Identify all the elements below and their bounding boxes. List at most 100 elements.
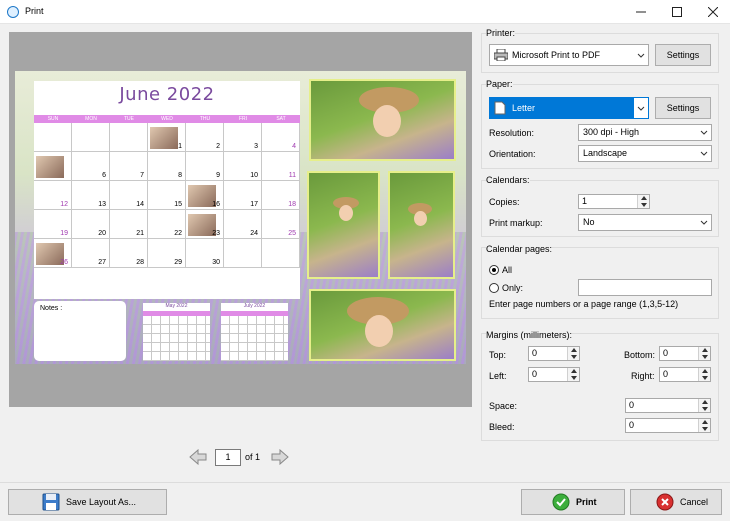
maximize-button[interactable] [660, 0, 694, 24]
day-number: 6 [102, 172, 106, 179]
cancel-button[interactable]: Cancel [630, 489, 722, 515]
mini-calendar-july: July 2022 [221, 303, 288, 361]
day-number: 11 [288, 172, 296, 179]
weekday-label: SUN [47, 116, 59, 122]
notes-box: Notes : [34, 301, 126, 361]
print-preview: June 2022 SUN MON TUE WED THU FRI SAT 12346789… [9, 32, 472, 407]
space-spinner[interactable]: 0 [625, 398, 711, 413]
calendar-day-cell: 27 [72, 239, 110, 268]
printer-settings-button[interactable]: Settings [655, 44, 711, 66]
print-button[interactable]: Print [521, 489, 625, 515]
bleed-spinner[interactable]: 0 [625, 418, 711, 433]
day-number: 18 [288, 201, 296, 208]
spinner-arrows[interactable] [567, 347, 579, 360]
day-number: 9 [216, 172, 220, 179]
calendar-day-cell: 3 [224, 123, 262, 152]
margin-right-spinner[interactable]: 0 [659, 367, 711, 382]
chevron-down-icon [700, 151, 708, 156]
minimize-button[interactable] [624, 0, 658, 24]
calendar-day-cell: 4 [262, 123, 300, 152]
margins-group: Margins (millimeters): Top: 0 Bottom: 0 … [481, 330, 719, 441]
page-count-label: of 1 [245, 452, 261, 462]
calendar-day-cell: 13 [72, 181, 110, 210]
calendar-day-cell [110, 123, 148, 152]
calendar-day-cell: 9 [186, 152, 224, 181]
calendar-day-cell: 15 [148, 181, 186, 210]
page-navigator: 1 of 1 [189, 447, 289, 469]
only-pages-radio[interactable] [489, 283, 499, 293]
photo-frame [309, 289, 456, 361]
mini-calendar-title: May 2022 [165, 303, 188, 309]
day-number: 12 [60, 201, 68, 208]
save-layout-button[interactable]: Save Layout As... [8, 489, 167, 515]
margin-left-spinner[interactable]: 0 [528, 367, 580, 382]
chevron-down-icon [700, 130, 708, 135]
day-number: 10 [250, 172, 258, 179]
save-disk-icon [42, 493, 60, 511]
calendar-pages-group: Calendar pages: All Only: Enter page num… [481, 244, 719, 319]
spinner-arrows[interactable] [698, 368, 710, 381]
calendar-day-cell [72, 123, 110, 152]
copies-spinner[interactable]: 1 [578, 194, 650, 209]
calendar-day-cell: 24 [224, 210, 262, 239]
paper-select[interactable]: Letter [489, 97, 649, 119]
only-pages-input[interactable] [578, 279, 712, 296]
spinner-arrows[interactable] [567, 368, 579, 381]
printer-group: Printer: Microsoft Print to PDF Settings [481, 28, 719, 73]
paper-value: Letter [512, 103, 536, 113]
weekday-label: FRI [238, 116, 248, 122]
day-photo [150, 127, 178, 149]
chevron-down-icon [637, 53, 645, 58]
window-title: Print [25, 6, 44, 16]
spinner-arrows[interactable] [698, 419, 710, 432]
close-button[interactable] [696, 0, 730, 24]
page-number-input[interactable]: 1 [215, 449, 241, 466]
margin-top-label: Top: [489, 350, 507, 360]
spinner-arrows[interactable] [698, 399, 710, 412]
paper-settings-button[interactable]: Settings [655, 97, 711, 119]
day-number: 19 [60, 230, 68, 237]
page-range-hint: Enter page numbers or a page range (1,3,… [489, 299, 679, 309]
calendar-day-cell: 12 [34, 181, 72, 210]
calendar-day-cell: 7 [110, 152, 148, 181]
photo-frame [307, 171, 380, 279]
calendars-group-label: Calendars: [486, 175, 530, 185]
calendar-day-cell [34, 152, 72, 181]
day-number: 8 [178, 172, 182, 179]
weekday-label: WED [161, 116, 173, 122]
print-markup-select[interactable]: No [578, 214, 712, 231]
weekday-label: TUE [124, 116, 134, 122]
calendar-pages-group-label: Calendar pages: [486, 244, 553, 254]
cancel-icon [656, 493, 674, 511]
minimize-icon [636, 11, 646, 13]
photo-frame [388, 171, 455, 279]
photo-frame [309, 79, 456, 161]
calendar-day-cell: 18 [262, 181, 300, 210]
weekday-label: MON [85, 116, 97, 122]
print-label: Print [576, 497, 597, 507]
day-number: 26 [60, 259, 68, 266]
resolution-select[interactable]: 300 dpi - High [578, 124, 712, 141]
close-icon [708, 7, 718, 17]
prev-arrow-icon[interactable] [189, 449, 207, 465]
only-pages-label: Only: [502, 283, 524, 293]
spinner-arrows[interactable] [637, 195, 649, 208]
day-number: 20 [98, 230, 106, 237]
margin-bottom-spinner[interactable]: 0 [659, 346, 711, 361]
calendar-day-cell [262, 239, 300, 268]
orientation-value: Landscape [583, 148, 628, 158]
day-number: 30 [212, 259, 220, 266]
day-number: 1 [178, 143, 182, 150]
day-number: 7 [140, 172, 144, 179]
calendar-day-cell: 25 [262, 210, 300, 239]
copies-value: 1 [582, 196, 588, 206]
printer-select[interactable]: Microsoft Print to PDF [489, 44, 649, 66]
margin-top-spinner[interactable]: 0 [528, 346, 580, 361]
calendar-day-cell: 17 [224, 181, 262, 210]
spinner-arrows[interactable] [698, 347, 710, 360]
all-pages-radio[interactable] [489, 265, 499, 275]
calendar-day-cell [34, 123, 72, 152]
orientation-select[interactable]: Landscape [578, 145, 712, 162]
next-arrow-icon[interactable] [271, 449, 289, 465]
orientation-label: Orientation: [489, 149, 536, 159]
